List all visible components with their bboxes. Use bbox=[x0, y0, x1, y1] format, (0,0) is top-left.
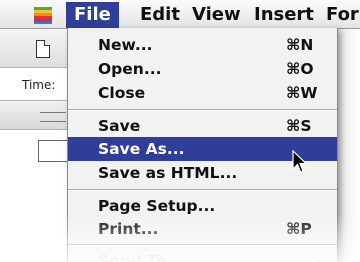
apple-icon[interactable] bbox=[32, 5, 54, 25]
menu-separator bbox=[68, 189, 337, 191]
align-icon[interactable] bbox=[40, 112, 66, 122]
menu-file[interactable]: File bbox=[66, 2, 119, 28]
menu-insert[interactable]: Insert bbox=[246, 2, 322, 28]
menu-item-save[interactable]: Save ⌘S bbox=[68, 114, 337, 138]
menu-separator bbox=[68, 109, 337, 111]
menu-item-label: Save bbox=[98, 117, 141, 135]
menu-item-label: Page Setup... bbox=[98, 197, 216, 215]
submenu-arrow-icon bbox=[316, 257, 322, 262]
menu-view[interactable]: View bbox=[184, 2, 249, 28]
menu-item-shortcut: ⌘S bbox=[286, 117, 312, 135]
menu-item-new[interactable]: New... ⌘N bbox=[68, 33, 337, 57]
menu-separator bbox=[68, 244, 337, 246]
menu-edit[interactable]: Edit bbox=[132, 2, 188, 28]
menu-item-close[interactable]: Close ⌘W bbox=[68, 81, 337, 105]
menu-item-shortcut: ⌘N bbox=[286, 36, 314, 54]
time-label: Time: bbox=[22, 78, 56, 92]
arrow-cursor-icon bbox=[292, 150, 308, 173]
window-edge bbox=[338, 29, 360, 262]
menu-item-label: New... bbox=[98, 36, 153, 54]
menu-item-shortcut: ⌘P bbox=[286, 220, 312, 238]
menu-format[interactable]: Forr bbox=[318, 2, 360, 28]
menu-item-print[interactable]: Print... ⌘P bbox=[68, 217, 337, 241]
menu-item-shortcut: ⌘O bbox=[286, 60, 314, 78]
menu-item-label: Print... bbox=[98, 220, 159, 238]
document-field[interactable] bbox=[38, 140, 68, 162]
menu-item-open[interactable]: Open... ⌘O bbox=[68, 57, 337, 81]
menu-item-label: Save as HTML... bbox=[98, 164, 238, 182]
menu-item-send-to[interactable]: Send To bbox=[68, 249, 337, 262]
new-document-icon[interactable] bbox=[36, 40, 50, 58]
file-menu: New... ⌘N Open... ⌘O Close ⌘W Save ⌘S Sa… bbox=[67, 28, 338, 262]
menu-item-label: Send To bbox=[98, 252, 167, 262]
menu-item-shortcut: ⌘W bbox=[286, 84, 318, 102]
menu-bar: File Edit View Insert Forr bbox=[0, 0, 360, 29]
menu-item-page-setup[interactable]: Page Setup... bbox=[68, 194, 337, 218]
menu-item-label: Close bbox=[98, 84, 146, 102]
menu-item-label: Open... bbox=[98, 60, 162, 78]
menu-item-label: Save As... bbox=[98, 140, 185, 158]
